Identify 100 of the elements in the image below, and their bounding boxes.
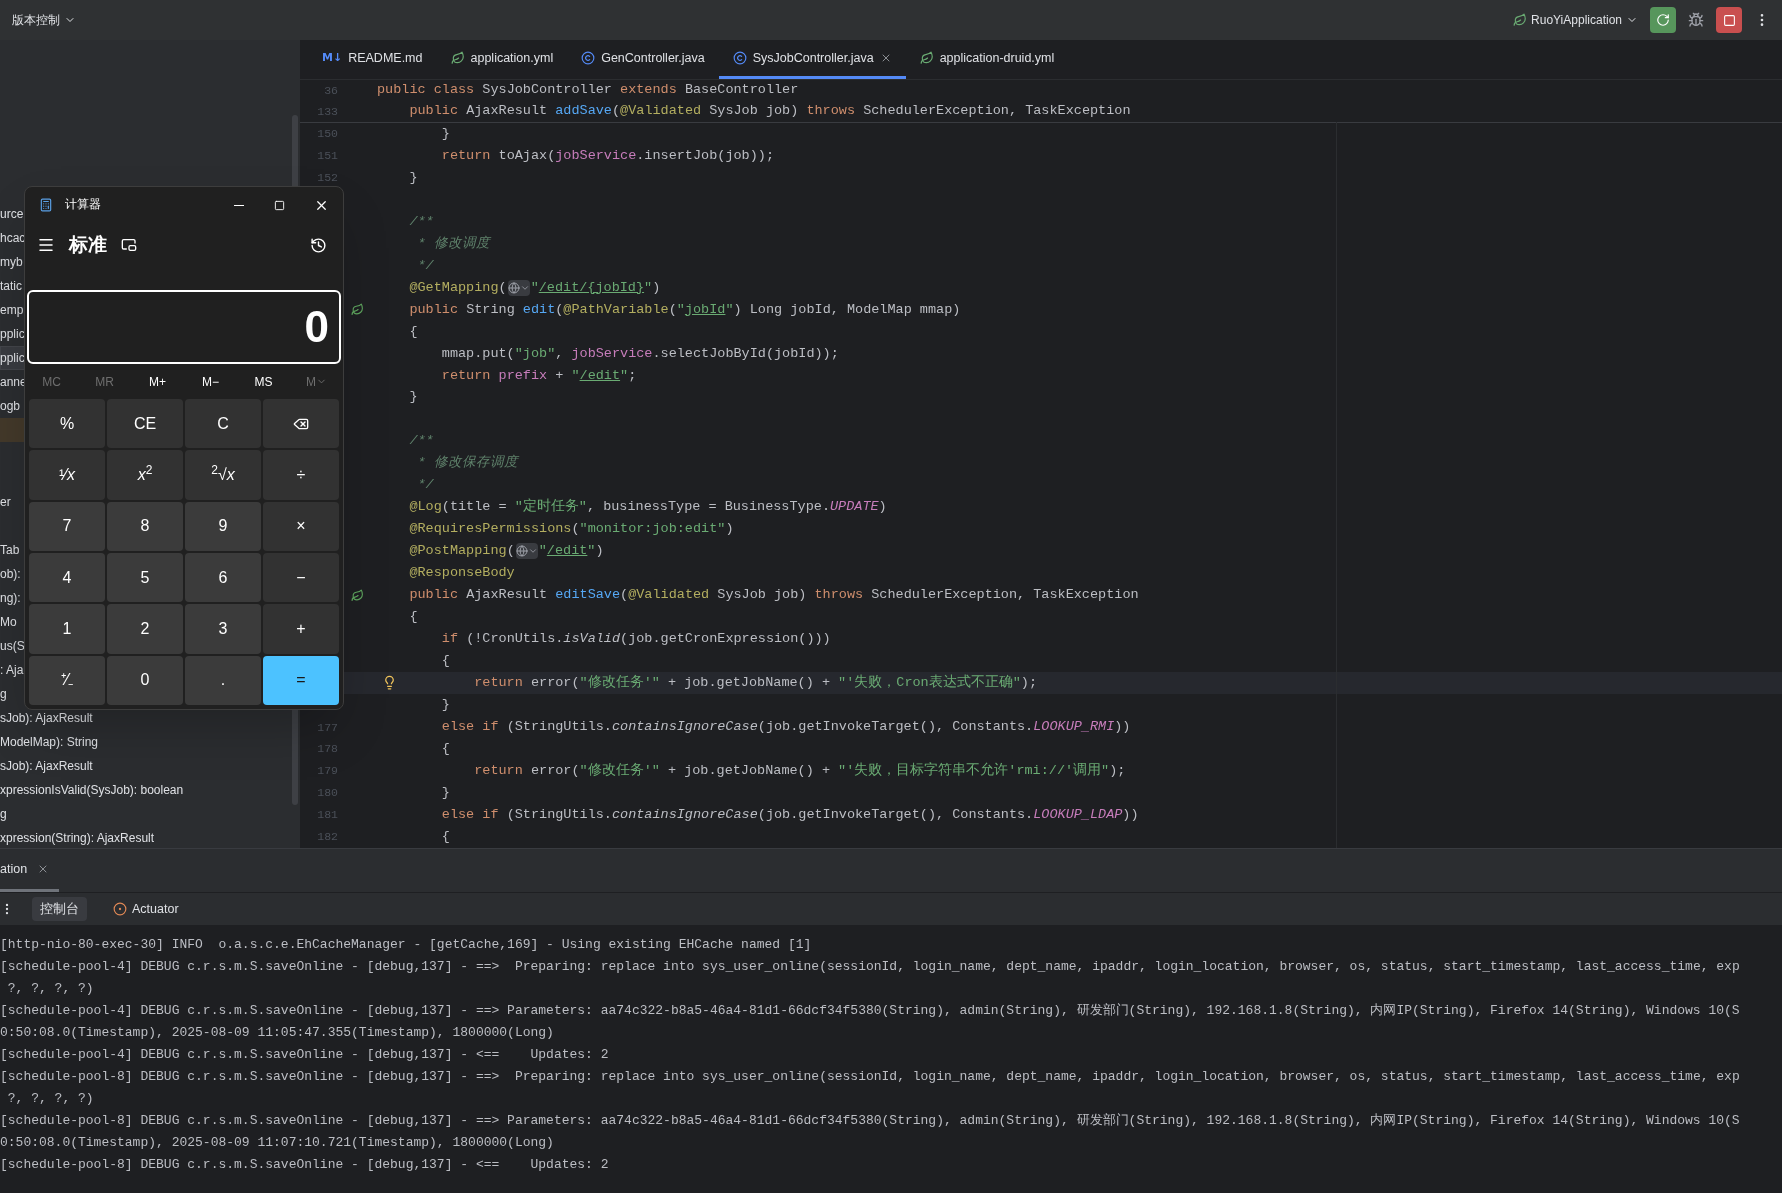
console-line: [schedule-pool-4] DEBUG c.r.s.m.S.saveOnline - [debug,137] - ==> Preparing: replace into sys_user_online(sessionId, login_name, dept_name, ipaddr, login_location, browser, os, status, start_timestamp, last_access_time, exp <box>0 958 1740 977</box>
tree-item[interactable]: ogb <box>0 397 21 415</box>
keep-on-top-icon[interactable] <box>121 237 137 253</box>
console-line: [schedule-pool-8] DEBUG c.r.s.m.S.saveOnline - [debug,137] - ==> Parameters: aa74c322-b8a5-46a4-81d1-66dcf34f5380(String), admin(String), 研发部门(String), 192.168.1.8(String), 内网IP(String), Firefox 14(String), Windows 10(S <box>0 1112 1740 1131</box>
code-text: @GetMapping( <box>409 278 507 297</box>
calculator-key[interactable]: 0 <box>107 655 183 705</box>
tree-item[interactable]: us(S <box>0 637 25 655</box>
tree-item[interactable]: ng): <box>0 589 21 607</box>
backspace-button[interactable] <box>263 399 339 449</box>
lightbulb-icon[interactable] <box>382 675 397 691</box>
calculator-key[interactable]: C <box>185 399 261 449</box>
calculator-key[interactable]: 8 <box>107 501 183 551</box>
calculator-key[interactable]: 7 <box>29 501 105 551</box>
calculator-key[interactable]: 5 <box>107 553 183 603</box>
calculator-key[interactable]: − <box>263 553 339 603</box>
calculator-key[interactable]: + <box>263 604 339 654</box>
calculator-key[interactable]: 6 <box>185 553 261 603</box>
code-text: @ResponseBody <box>409 564 515 583</box>
code-text: { <box>441 827 450 846</box>
editor-tab[interactable]: M↓ README.md <box>308 40 437 79</box>
console-line: [schedule-pool-4] DEBUG c.r.s.m.S.saveOnline - [debug,137] - ==> Parameters: aa74c322-b8a5-46a4-81d1-66dcf34f5380(String), admin(String), 研发部门(String), 192.168.1.8(String), 内网IP(String), Firefox 14(String), Windows 10(S <box>0 1002 1740 1021</box>
code-text: public class SysJobController extends BaseController <box>377 81 799 100</box>
code-text: @Log(title = "定时任务", businessType = BusinessType.UPDATE) <box>409 497 887 517</box>
display-field[interactable]: 0 <box>27 290 341 364</box>
stop-button[interactable] <box>1716 7 1742 33</box>
calculator-key[interactable]: CE <box>107 399 183 449</box>
tab-label: application.yml <box>470 49 554 67</box>
tree-item[interactable]: emp <box>0 301 24 319</box>
code-text: } <box>409 168 418 187</box>
minimize-icon <box>234 204 244 206</box>
calculator-key[interactable]: $^{2}$√x <box>185 450 261 500</box>
window-title: 计算器 <box>65 197 101 213</box>
tree-item[interactable]: : Aja <box>0 661 24 679</box>
calculator-key[interactable]: 9 <box>185 501 261 551</box>
tree-item[interactable]: sJob): AjaxResult <box>0 757 93 775</box>
tree-item[interactable]: tatic <box>0 277 22 295</box>
tree-item[interactable]: xpressionIsValid(SysJob): boolean <box>0 781 184 799</box>
calculator-key[interactable]: 1 <box>29 604 105 654</box>
tab-label: SysJobController.java <box>752 49 874 67</box>
tab-label: application-druid.yml <box>939 49 1055 67</box>
leaf-icon <box>450 51 465 65</box>
tree-item[interactable]: ModelMap): String <box>0 733 99 751</box>
tree-item[interactable]: xpression(String): AjaxResult <box>0 829 155 847</box>
tree-item[interactable]: Mo <box>0 613 17 631</box>
code-text: public AjaxResult addSave(@Validated SysJob job) throws SchedulerException, TaskException <box>409 102 1131 121</box>
tree-item[interactable]: er <box>0 493 11 511</box>
code-text: } <box>441 696 450 715</box>
tree-item[interactable]: g <box>0 685 7 703</box>
code-text: "/edit") <box>538 542 604 561</box>
console-tab[interactable]: 控制台 <box>32 897 87 921</box>
calculator-key[interactable]: ⁺⁄₋ <box>29 655 105 705</box>
globe-icon[interactable] <box>507 279 530 296</box>
rerun-button[interactable] <box>1650 7 1676 33</box>
editor-tab[interactable]: application.yml <box>436 40 568 79</box>
globe-icon[interactable] <box>515 543 538 560</box>
code-text: { <box>409 322 418 341</box>
calculator-key[interactable]: ÷ <box>263 450 339 500</box>
editor-tab[interactable]: GenController.java <box>567 40 719 79</box>
code-text: return prefix + "/edit"; <box>441 366 637 385</box>
bug-icon[interactable] <box>1688 12 1704 28</box>
editor-tab[interactable]: application-druid.yml <box>905 40 1069 79</box>
tree-item[interactable]: g <box>0 805 7 823</box>
console-line: [http-nio-80-exec-30] INFO o.a.s.c.e.EhCacheManager - [getCache,169] - Using existing EHCache named [1] <box>0 936 812 955</box>
tree-item[interactable]: hcac <box>0 229 26 247</box>
tree-item[interactable]: pplic <box>0 349 25 367</box>
menu-icon[interactable] <box>37 236 55 254</box>
calculator-key[interactable]: = <box>263 655 339 705</box>
tree-item[interactable]: urce <box>0 205 24 223</box>
leaf-icon[interactable] <box>351 588 364 602</box>
leaf-icon <box>1513 13 1528 27</box>
calculator-key[interactable]: x$^{2}$ <box>107 450 183 500</box>
memory-button[interactable]: MS <box>237 372 290 391</box>
tree-item[interactable]: ob): <box>0 565 21 583</box>
leaf-icon[interactable] <box>351 303 364 317</box>
calculator-key[interactable]: ¹⁄x <box>29 450 105 500</box>
calculator-key[interactable]: × <box>263 501 339 551</box>
history-icon[interactable] <box>310 236 327 254</box>
code-text: */ <box>417 256 434 275</box>
console-tab[interactable]: Actuator <box>105 897 187 921</box>
calculator-key[interactable]: . <box>185 655 261 705</box>
calculator-key[interactable]: 3 <box>185 604 261 654</box>
console-line: 0:50:08.0(Timestamp), 2025-08-09 11:05:47.355(Timestamp), 1800000(Long) <box>0 1024 554 1043</box>
calculator-key[interactable]: 2 <box>107 604 183 654</box>
calculator-key[interactable]: % <box>29 399 105 449</box>
memory-button[interactable]: M+ <box>131 372 184 391</box>
calculator-key[interactable]: 4 <box>29 553 105 603</box>
code-text: if (!CronUtils.isValid(job.getCronExpression())) <box>441 630 831 649</box>
memory-button[interactable]: M− <box>184 372 237 391</box>
tree-item[interactable]: pplic <box>0 325 25 343</box>
tree-item[interactable]: Tab <box>0 541 20 559</box>
tree-item[interactable]: myb <box>0 253 23 271</box>
file-type-label: M↓ <box>322 49 343 66</box>
tree-item[interactable]: sJob): AjaxResult <box>0 709 93 727</box>
code-text: } <box>409 388 418 407</box>
code-text: return error("修改任务'" + job.getJobName() + "'失败，目标字符串不允许'rmi://'调用"); <box>474 761 1126 780</box>
stop-icon <box>1722 13 1736 27</box>
vcs-menu[interactable]: 版本控制 <box>12 11 76 29</box>
run-config-selector[interactable]: RuoYiApplication <box>1513 11 1638 29</box>
tab-label: README.md <box>348 49 423 67</box>
class-icon <box>581 51 596 65</box>
